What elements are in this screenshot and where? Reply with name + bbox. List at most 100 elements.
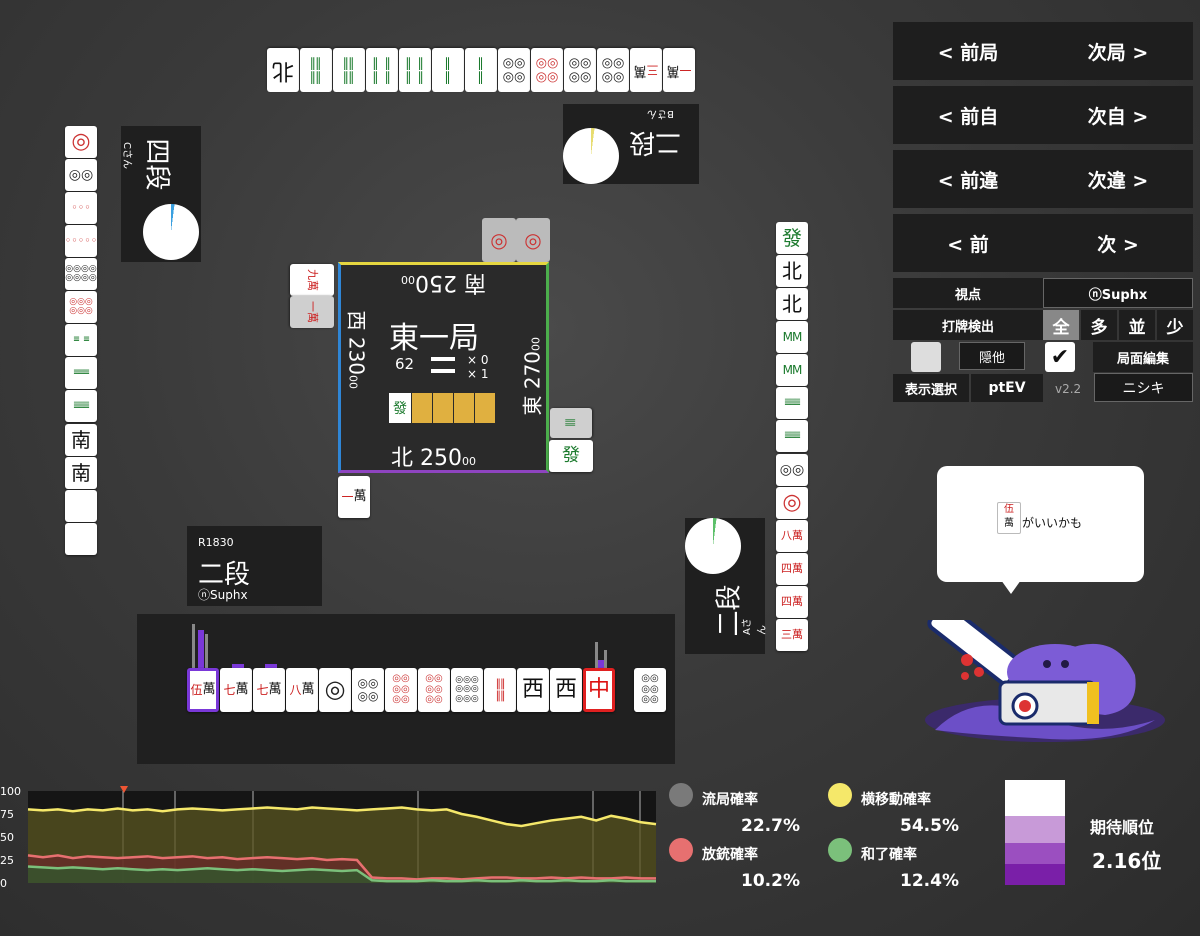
- hand-tile-8m[interactable]: 八萬: [286, 668, 318, 712]
- hand-tile-9p[interactable]: ◎◎◎ ◎◎◎ ◎◎◎: [451, 668, 483, 712]
- tile-pinzu: ◦◦◦◦◦: [65, 225, 97, 257]
- next-round-button[interactable]: 次局 >: [1088, 38, 1149, 65]
- left-called-tile: 九萬: [290, 264, 334, 296]
- north-seat-score: 北 25000: [391, 446, 477, 471]
- chart-series: [27, 806, 657, 883]
- tile-north: 北: [776, 255, 808, 287]
- riichi-count: × 1: [467, 367, 489, 381]
- tile-pinzu: ◎◎ ◎◎: [597, 48, 629, 92]
- left-player-rank: 四段: [141, 138, 172, 191]
- center-board: 南 25000 西 23000 東 27000 北 25000 東一局 62 ×…: [338, 262, 549, 473]
- chart-y-tick-label: 0: [0, 877, 7, 890]
- tile-pinzu: ◎◎: [65, 159, 97, 191]
- tile-souzu: ⅯⅯ: [776, 321, 808, 353]
- tile-pinzu: ◎: [776, 487, 808, 519]
- self-name: ⓝSuphx: [198, 588, 248, 602]
- top-player-rank: 二段: [629, 127, 682, 157]
- agari-label: 和了確率: [861, 847, 917, 863]
- hand-tile-7m[interactable]: 七萬: [253, 668, 285, 712]
- tile-manzu: 三萬: [630, 48, 662, 92]
- tile-white-dragon: [65, 523, 97, 555]
- expected-rank-bar: [1005, 780, 1065, 885]
- next-button[interactable]: 次 >: [1097, 230, 1139, 257]
- prev-diff-button[interactable]: < 前違: [938, 166, 999, 193]
- tile-north: 北: [776, 288, 808, 320]
- riichi-stick-icon: [431, 369, 455, 373]
- tile-north: 北: [267, 48, 299, 92]
- prev-round-button[interactable]: < 前局: [938, 38, 999, 65]
- detect-option-few[interactable]: 少: [1157, 310, 1193, 340]
- display-select-value[interactable]: ptEV: [971, 374, 1043, 402]
- tile-manzu: 三萬: [776, 619, 808, 651]
- tile-pinzu: ◎◎◎◎ ◎◎◎◎: [65, 258, 97, 290]
- hand-tile-souzu[interactable]: ∥∥ ∥∥: [484, 668, 516, 712]
- hide-others-checkbox[interactable]: [911, 342, 941, 372]
- detect-option-normal[interactable]: 並: [1119, 310, 1155, 340]
- tile-pinzu: ◦◦◦: [65, 192, 97, 224]
- prev-button[interactable]: < 前: [947, 230, 989, 257]
- tile-pinzu: ◎◎ ◎◎: [531, 48, 563, 92]
- self-nav: < 前自 次自 >: [893, 86, 1193, 144]
- hand-tile-6p[interactable]: ◎◎ ◎◎ ◎◎: [385, 668, 417, 712]
- left-called-tile: 一萬: [290, 296, 334, 328]
- tile-souzu: ≣≣≣: [776, 387, 808, 419]
- detect-option-all[interactable]: 全: [1043, 310, 1079, 340]
- tile-souzu: ≣≣≣: [776, 420, 808, 452]
- houju-label: 放銃確率: [702, 847, 758, 863]
- tile-green-dragon: 發: [776, 222, 808, 254]
- hand-evaluation-bars: [192, 624, 607, 668]
- chart-y-tick-label: 75: [0, 808, 14, 821]
- west-seat-score: 西 23000: [344, 310, 369, 390]
- agari-value: 12.4%: [900, 871, 959, 891]
- drawn-tile-8p[interactable]: ◎◎ ◎◎ ◎◎: [634, 668, 666, 712]
- tile-manzu: 一萬: [663, 48, 695, 92]
- yoko-dot-icon: [828, 783, 852, 807]
- hand-tile-7p[interactable]: ◎◎ ◎◎ ◎◎: [418, 668, 450, 712]
- right-player-pie: [685, 518, 741, 574]
- self-rating: R1830: [198, 536, 234, 549]
- ryukyoku-dot-icon: [669, 783, 693, 807]
- hand-tile-west[interactable]: 西: [550, 668, 582, 712]
- right-called-tile: ∥∥: [550, 408, 592, 438]
- hand-tile-4p[interactable]: ◎◎ ◎◎: [352, 668, 384, 712]
- detect-option-many[interactable]: 多: [1081, 310, 1117, 340]
- character-select[interactable]: ニシキ: [1094, 373, 1193, 402]
- houju-dot-icon: [669, 838, 693, 862]
- honba-count: × 0: [467, 353, 489, 367]
- edit-checkbox-check-icon[interactable]: ✔: [1045, 342, 1075, 372]
- probability-chart: 100 75 50 25 0: [0, 786, 657, 890]
- dead-wall-tile: [475, 393, 495, 423]
- bubble-tail: [1001, 580, 1021, 594]
- hand-tile-1p[interactable]: ◎: [319, 668, 351, 712]
- tile-pinzu: ◎◎◎ ◎◎◎: [65, 291, 97, 323]
- tile-manzu: 四萬: [776, 553, 808, 585]
- tile-souzu: ∥ ∥ ∥ ∥: [366, 48, 398, 92]
- tile-souzu: ⅯⅯ: [776, 354, 808, 386]
- prev-self-button[interactable]: < 前自: [938, 102, 999, 129]
- east-seat-score: 東 27000: [520, 336, 545, 416]
- self-player-panel: R1830 二段 ⓝSuphx: [187, 526, 322, 606]
- ryukyoku-label: 流局確率: [702, 792, 758, 808]
- dead-wall-tile: [454, 393, 474, 423]
- round-label: 東一局: [389, 321, 479, 356]
- hand-tile-5m[interactable]: 伍萬: [187, 668, 219, 712]
- right-player-name: Aさん: [742, 618, 768, 635]
- tile-white-dragon: [65, 490, 97, 522]
- diff-nav: < 前違 次違 >: [893, 150, 1193, 208]
- tile-pinzu: ◎◎ ◎◎: [564, 48, 596, 92]
- agari-dot-icon: [828, 838, 852, 862]
- advice-tile: 伍萬: [997, 502, 1021, 534]
- chart-y-ticks: 100 75 50 25 0: [0, 786, 21, 890]
- hand-tile-red-dragon[interactable]: 中: [583, 668, 615, 712]
- round-nav: < 前局 次局 >: [893, 22, 1193, 80]
- tile-souzu: ≡≡≡: [65, 357, 97, 389]
- south-seat-score: 南 25000: [401, 270, 487, 295]
- hand-tile-west[interactable]: 西: [517, 668, 549, 712]
- hand-tile-7m[interactable]: 七萬: [220, 668, 252, 712]
- next-diff-button[interactable]: 次違 >: [1088, 166, 1149, 193]
- dora-indicator-tile: ◎: [482, 218, 516, 262]
- tiles-left: 62: [395, 355, 415, 373]
- viewpoint-select[interactable]: ⓝSuphx: [1043, 278, 1193, 308]
- left-player-name: Cさん: [120, 142, 132, 169]
- next-self-button[interactable]: 次自 >: [1088, 102, 1149, 129]
